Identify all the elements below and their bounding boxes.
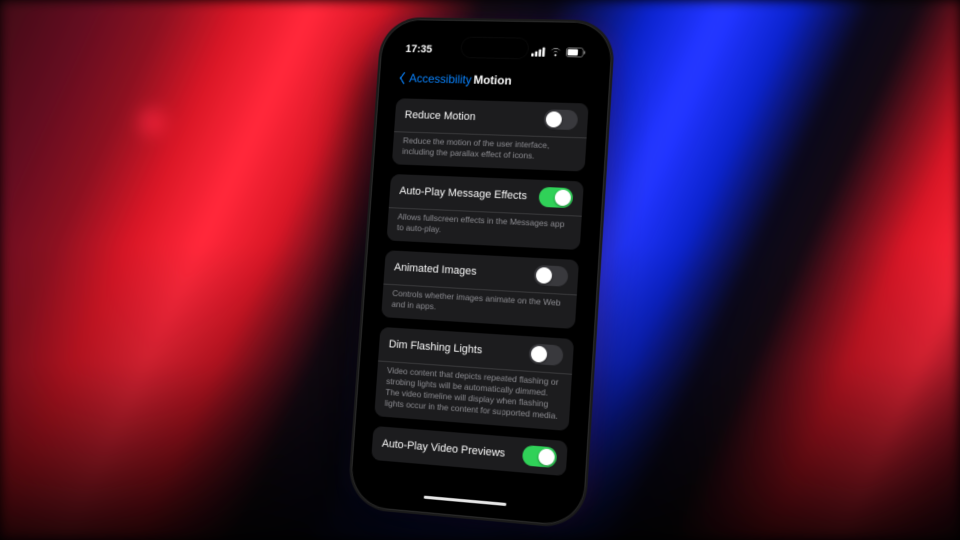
- setting-label: Auto-Play Message Effects: [399, 185, 527, 202]
- battery-icon: [566, 47, 586, 57]
- setting-footer: Reduce the motion of the user interface,…: [392, 131, 587, 171]
- setting-label: Auto-Play Video Previews: [381, 438, 505, 460]
- setting-footer: Controls whether images animate on the W…: [381, 284, 577, 330]
- status-time: 17:35: [405, 43, 432, 55]
- setting-label: Dim Flashing Lights: [388, 339, 482, 357]
- toggle-dim-flashing-lights[interactable]: [528, 344, 563, 367]
- setting-row-autoplay-video-previews[interactable]: Auto-Play Video Previews: [371, 426, 568, 476]
- toggle-autoplay-message-effects[interactable]: [538, 187, 573, 208]
- toggle-animated-images[interactable]: [533, 265, 568, 287]
- back-button[interactable]: Accessibility: [395, 71, 472, 86]
- wifi-icon: [549, 47, 562, 57]
- settings-group-dim-flashing-lights: Dim Flashing Lights Video content that d…: [374, 327, 574, 431]
- setting-label: Reduce Motion: [404, 109, 476, 123]
- status-icons: [531, 47, 586, 58]
- toggle-reduce-motion[interactable]: [543, 109, 578, 130]
- signal-icon: [531, 47, 545, 57]
- settings-group-autoplay-message-effects: Auto-Play Message Effects Allows fullscr…: [386, 174, 583, 250]
- nav-bar: Accessibility Motion: [387, 63, 601, 98]
- settings-group-autoplay-video-previews: Auto-Play Video Previews: [371, 426, 568, 476]
- setting-footer: Video content that depicts repeated flas…: [374, 361, 572, 432]
- iphone-frame: 17:35 Accessibility Motion: [349, 19, 614, 528]
- dynamic-island: [461, 38, 528, 59]
- settings-group-reduce-motion: Reduce Motion Reduce the motion of the u…: [392, 98, 589, 171]
- settings-list: Reduce Motion Reduce the motion of the u…: [370, 98, 589, 501]
- toggle-autoplay-video-previews[interactable]: [522, 445, 557, 468]
- iphone-screen: 17:35 Accessibility Motion: [359, 29, 603, 517]
- chevron-left-icon: [395, 71, 407, 85]
- setting-footer: Allows fullscreen effects in the Message…: [386, 207, 581, 250]
- settings-group-animated-images: Animated Images Controls whether images …: [381, 250, 579, 329]
- setting-label: Animated Images: [394, 262, 477, 278]
- stage: 17:35 Accessibility Motion: [0, 0, 960, 540]
- back-label: Accessibility: [409, 71, 472, 86]
- home-indicator[interactable]: [424, 495, 507, 506]
